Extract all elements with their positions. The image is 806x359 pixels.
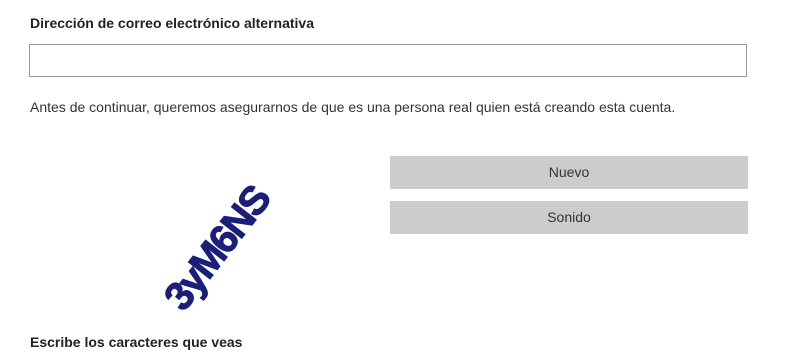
- new-captcha-button[interactable]: Nuevo: [390, 156, 748, 189]
- alt-email-label: Dirección de correo electrónico alternat…: [30, 15, 314, 31]
- verification-notice: Antes de continuar, queremos asegurarnos…: [30, 99, 676, 115]
- captcha-image: 3yM6NS: [155, 177, 280, 319]
- audio-captcha-button[interactable]: Sonido: [390, 201, 748, 234]
- captcha-text: 3yM6NS: [156, 177, 280, 318]
- alt-email-input[interactable]: [29, 44, 747, 77]
- captcha-input-label: Escribe los caracteres que veas: [30, 334, 243, 350]
